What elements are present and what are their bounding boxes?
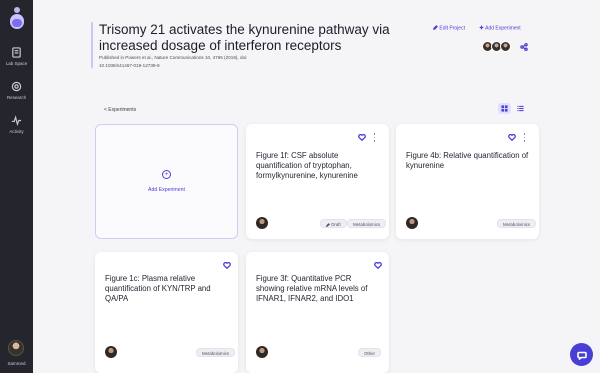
experiment-title: Figure 1c: Plasma relative quantificatio…: [105, 274, 211, 303]
sidebar-item-research[interactable]: Research: [0, 81, 33, 100]
pencil-icon: [326, 222, 330, 227]
owner-avatar: [406, 217, 418, 229]
activity-icon: [11, 115, 22, 126]
publication-info: Published in Powers et al., Nature Commu…: [99, 55, 248, 60]
share-icon[interactable]: [520, 43, 528, 51]
user-avatar[interactable]: [8, 340, 24, 356]
experiment-title: Figure 4b: Relative quantification of ky…: [406, 151, 529, 170]
heart-icon[interactable]: [223, 262, 231, 269]
app-logo[interactable]: [8, 7, 26, 31]
sidebar-item-label: Research: [6, 95, 27, 100]
user-name: Sammed: [7, 361, 26, 366]
heart-icon[interactable]: [358, 134, 366, 141]
category-tag: Metabolomics: [497, 219, 537, 228]
view-toggle: [498, 103, 527, 114]
experiment-card[interactable]: Figure 1c: Plasma relative quantificatio…: [95, 252, 238, 373]
sidebar: Lab Space Research Activity Sammed: [0, 0, 33, 373]
heart-icon[interactable]: [508, 134, 516, 141]
plus-icon: [479, 25, 484, 30]
pencil-icon: [433, 25, 438, 30]
more-options-icon[interactable]: [523, 133, 526, 142]
status-badge-label: Draft: [331, 222, 341, 227]
heart-icon[interactable]: [374, 262, 382, 269]
sidebar-item-lab-space[interactable]: Lab Space: [0, 47, 33, 66]
chat-icon: [576, 351, 587, 360]
grid-icon: [501, 105, 508, 112]
edit-project-label: Edit Project: [439, 25, 465, 32]
document-icon: [12, 47, 21, 58]
experiment-card[interactable]: Figure 3f: Quantitative PCR showing rela…: [246, 252, 389, 373]
sidebar-item-label: Lab Space: [5, 61, 28, 66]
plus-circle-icon: +: [162, 170, 171, 179]
category-tag: Metabolomics: [196, 348, 236, 357]
experiment-title: Figure 3f: Quantitative PCR showing rela…: [256, 274, 368, 303]
page-title: Trisomy 21 activates the kynurenine path…: [99, 22, 390, 53]
doi-link[interactable]: 10.1038/s41467-019-12739-9: [99, 63, 160, 68]
add-experiment-card-label: Add Experiment: [148, 187, 185, 193]
experiment-title: Figure 1f: CSF absolute quantification o…: [256, 151, 358, 180]
owner-avatar: [256, 217, 268, 229]
add-experiment-label: Add Experiment: [485, 25, 521, 32]
grid-view-button[interactable]: [498, 103, 511, 114]
target-icon: [11, 81, 22, 92]
list-icon: [517, 105, 524, 112]
more-options-icon[interactable]: [373, 133, 376, 142]
experiments-back-link[interactable]: < Experiments: [104, 107, 136, 113]
sidebar-item-label: Activity: [9, 129, 24, 134]
list-view-button[interactable]: [514, 103, 527, 114]
status-badge: Draft: [320, 219, 347, 228]
edit-project-button[interactable]: Edit Project: [433, 25, 465, 32]
sidebar-item-activity[interactable]: Activity: [0, 115, 33, 134]
owner-avatar: [105, 346, 117, 358]
experiment-card[interactable]: Figure 1f: CSF absolute quantification o…: [246, 124, 389, 239]
collaborator-avatar[interactable]: [500, 41, 511, 52]
add-experiment-button[interactable]: Add Experiment: [479, 25, 521, 32]
owner-avatar: [256, 346, 268, 358]
chat-support-button[interactable]: [570, 343, 593, 366]
category-tag: Metabolomics: [347, 219, 387, 228]
add-experiment-card[interactable]: + Add Experiment: [95, 124, 238, 239]
header-accent-bar: [91, 22, 93, 68]
category-tag: Other: [358, 348, 381, 357]
experiment-card[interactable]: Figure 4b: Relative quantification of ky…: [396, 124, 539, 239]
